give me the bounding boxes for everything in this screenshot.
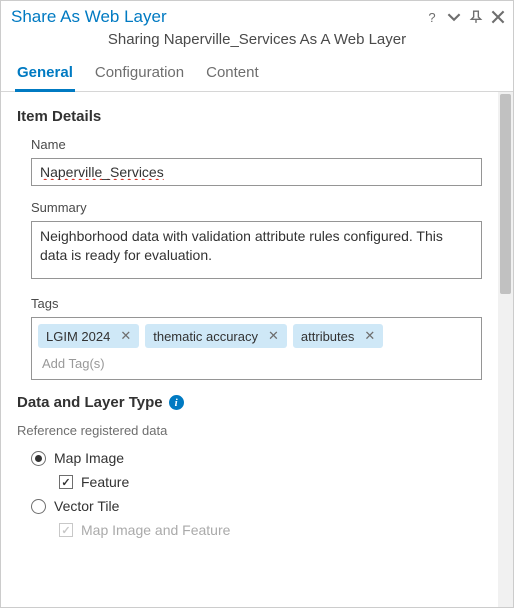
tag-label: thematic accuracy bbox=[153, 329, 258, 344]
help-icon[interactable]: ? bbox=[425, 10, 439, 24]
map-image-label: Map Image bbox=[54, 450, 124, 466]
tabs: General Configuration Content bbox=[1, 58, 513, 92]
map-image-feature-label: Map Image and Feature bbox=[81, 522, 230, 538]
tags-field-group: Tags LGIM 2024 ✕ thematic accuracy ✕ att… bbox=[17, 296, 482, 380]
info-icon[interactable]: i bbox=[169, 395, 184, 410]
data-layer-heading: Data and Layer Type bbox=[17, 394, 163, 411]
checkbox-icon bbox=[59, 475, 73, 489]
reference-helper: Reference registered data bbox=[17, 423, 482, 438]
scroll-area: Item Details Name Summary Neighborhood d… bbox=[1, 92, 513, 607]
tag-label: attributes bbox=[301, 329, 354, 344]
vector-tile-radio-row[interactable]: Vector Tile bbox=[17, 494, 482, 518]
summary-input[interactable]: Neighborhood data with validation attrib… bbox=[31, 221, 482, 279]
tab-configuration[interactable]: Configuration bbox=[93, 58, 186, 92]
tag-item: LGIM 2024 ✕ bbox=[38, 324, 139, 348]
name-input[interactable] bbox=[31, 158, 482, 186]
remove-tag-icon[interactable]: ✕ bbox=[120, 328, 131, 344]
remove-tag-icon[interactable]: ✕ bbox=[364, 328, 375, 344]
titlebar: Share As Web Layer ? bbox=[1, 1, 513, 29]
vector-tile-label: Vector Tile bbox=[54, 498, 119, 514]
name-field-group: Name bbox=[17, 137, 482, 186]
scrollbar-thumb[interactable] bbox=[500, 94, 511, 294]
tags-label: Tags bbox=[31, 296, 482, 311]
pin-icon[interactable] bbox=[469, 10, 483, 24]
map-image-feature-check-row: Map Image and Feature bbox=[17, 518, 482, 542]
name-label: Name bbox=[31, 137, 482, 152]
panel-title: Share As Web Layer bbox=[11, 7, 425, 27]
radio-icon bbox=[31, 451, 46, 466]
item-details-heading: Item Details bbox=[17, 108, 482, 125]
tags-input[interactable]: LGIM 2024 ✕ thematic accuracy ✕ attribut… bbox=[31, 317, 482, 380]
feature-check-row[interactable]: Feature bbox=[17, 470, 482, 494]
close-icon[interactable] bbox=[491, 10, 505, 24]
titlebar-controls: ? bbox=[425, 10, 505, 24]
map-image-radio-row[interactable]: Map Image bbox=[17, 446, 482, 470]
feature-label: Feature bbox=[81, 474, 129, 490]
radio-icon bbox=[31, 499, 46, 514]
tag-label: LGIM 2024 bbox=[46, 329, 110, 344]
data-layer-heading-row: Data and Layer Type i bbox=[17, 394, 482, 411]
content: Item Details Name Summary Neighborhood d… bbox=[1, 92, 498, 607]
checkbox-icon bbox=[59, 523, 73, 537]
remove-tag-icon[interactable]: ✕ bbox=[268, 328, 279, 344]
summary-label: Summary bbox=[31, 200, 482, 215]
share-web-layer-panel: Share As Web Layer ? Sharing Naperville_… bbox=[1, 1, 513, 607]
summary-field-group: Summary Neighborhood data with validatio… bbox=[17, 200, 482, 282]
tag-item: thematic accuracy ✕ bbox=[145, 324, 287, 348]
tab-general[interactable]: General bbox=[15, 58, 75, 92]
add-tags-placeholder[interactable]: Add Tag(s) bbox=[38, 354, 475, 373]
tab-content[interactable]: Content bbox=[204, 58, 261, 92]
scrollbar[interactable] bbox=[498, 92, 513, 607]
chevron-down-icon[interactable] bbox=[447, 10, 461, 24]
tag-item: attributes ✕ bbox=[293, 324, 383, 348]
panel-subtitle: Sharing Naperville_Services As A Web Lay… bbox=[1, 29, 513, 58]
